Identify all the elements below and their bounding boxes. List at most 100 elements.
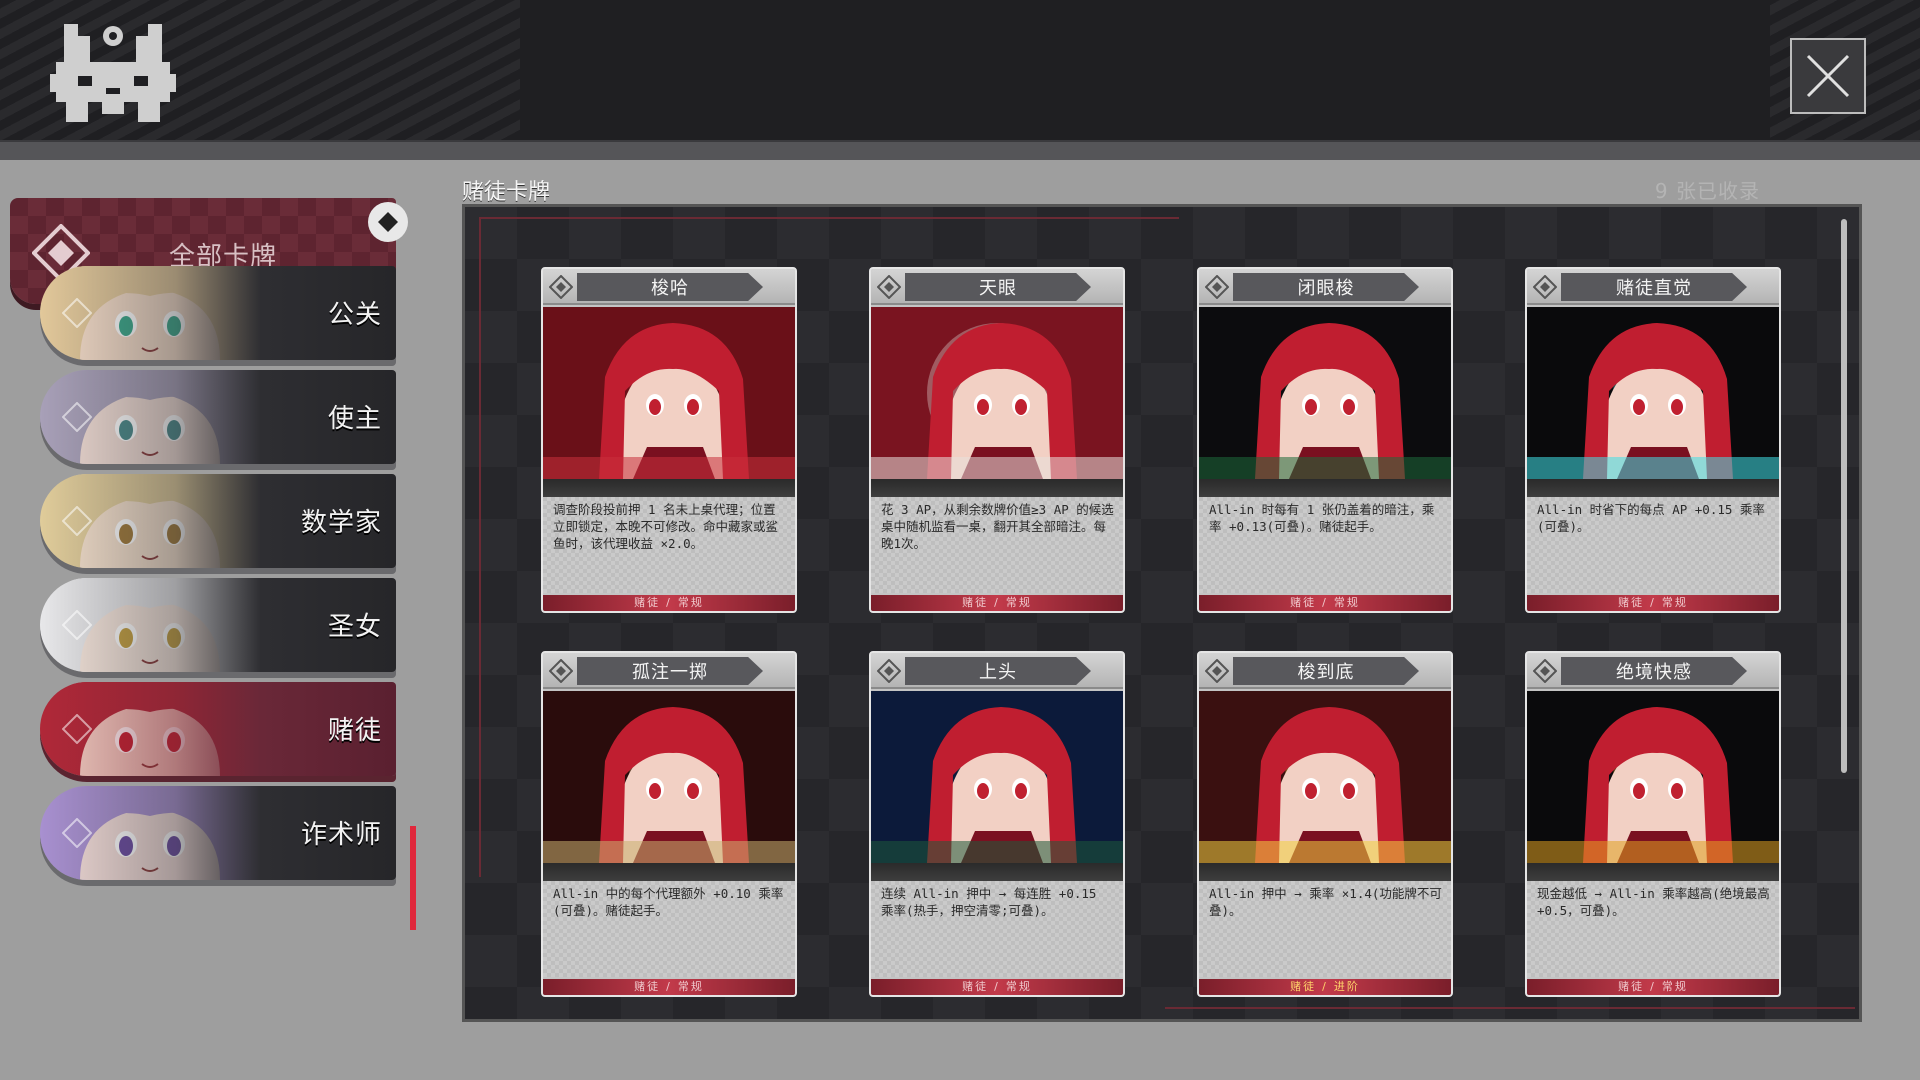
card[interactable]: 上头 连续 All-in 押中 → 每连胜 +0.15 乘率(热手，押空清零;可… [869, 651, 1125, 997]
card-footer: 赌徒 / 常规 [1199, 595, 1451, 611]
card-footer: 赌徒 / 常规 [871, 595, 1123, 611]
card[interactable]: 闭眼梭 All-in 时每有 1 张仍盖着的暗注，乘率 +0.13(可叠)。赌徒… [1197, 267, 1453, 613]
card-description: All-in 时每有 1 张仍盖着的暗注，乘率 +0.13(可叠)。赌徒起手。 [1209, 502, 1435, 534]
character-name: 赌徒 [327, 716, 382, 746]
scrollbar[interactable] [1841, 219, 1847, 773]
diamond-icon [62, 610, 92, 640]
card-class-tag: 赌徒 [1290, 596, 1317, 609]
card-title: 梭到底 [1233, 657, 1419, 685]
card-art-strip [871, 863, 1123, 881]
character-name: 圣女 [327, 612, 382, 642]
card-art-strip [1199, 479, 1451, 497]
card-title: 赌徒直觉 [1561, 273, 1747, 301]
card-class-tag: 赌徒 [634, 596, 661, 609]
top-bar [0, 0, 1920, 160]
diamond-icon [877, 275, 901, 299]
card-rarity-tag: 常规 [1661, 596, 1688, 609]
card-footer: 赌徒 / 常规 [543, 979, 795, 995]
diamond-icon [62, 402, 92, 432]
card-art-strip [1527, 863, 1779, 881]
card[interactable]: 孤注一掷 All-in 中的每个代理额外 +0.10 乘率(可叠)。赌徒起手。 … [541, 651, 797, 997]
frame-line [1165, 1007, 1855, 1009]
card-description: All-in 时省下的每点 AP +0.15 乘率(可叠)。 [1537, 502, 1765, 534]
diamond-icon [62, 506, 92, 536]
card-title: 梭哈 [577, 273, 763, 301]
close-button[interactable] [1790, 38, 1866, 114]
sidebar-item-character[interactable]: 圣女 [40, 578, 396, 672]
collected-count: 9 张已收录 [1654, 179, 1760, 203]
card-title-bar: 绝境快感 [1527, 653, 1779, 689]
character-name: 数学家 [300, 508, 382, 538]
card-footer: 赌徒 / 常规 [543, 595, 795, 611]
active-item-indicator [410, 826, 416, 930]
card-rarity-tag: 常规 [1005, 980, 1032, 993]
card[interactable]: 绝境快感 现金越低 → All-in 乘率越高(绝境最高 +0.5，可叠)。 赌… [1525, 651, 1781, 997]
character-name: 诈术师 [300, 820, 382, 850]
diamond-icon [62, 298, 92, 328]
diamond-icon [549, 659, 573, 683]
character-name: 使主 [327, 404, 382, 434]
card-title-bar: 闭眼梭 [1199, 269, 1451, 305]
card-art [871, 691, 1123, 863]
card-art-strip [543, 479, 795, 497]
card-art [1199, 307, 1451, 479]
diamond-icon [549, 275, 573, 299]
card-title: 孤注一掷 [577, 657, 763, 685]
card-title-bar: 赌徒直觉 [1527, 269, 1779, 305]
diamond-icon [62, 818, 92, 848]
panel-title: 赌徒卡牌 [462, 180, 551, 205]
card-art [871, 307, 1123, 479]
card-rarity-tag: 常规 [1661, 980, 1688, 993]
card-art [543, 691, 795, 863]
corner-diamond-icon [368, 202, 408, 242]
card-class-tag: 赌徒 [1290, 980, 1317, 993]
card-art-strip [1199, 863, 1451, 881]
card-class-tag: 赌徒 [1618, 596, 1645, 609]
character-name: 公关 [327, 300, 382, 330]
card-footer: 赌徒 / 常规 [1527, 979, 1779, 995]
sidebar-item-character[interactable]: 赌徒 [40, 682, 396, 776]
card-title-bar: 梭到底 [1199, 653, 1451, 689]
sidebar-item-character[interactable]: 数学家 [40, 474, 396, 568]
diamond-icon [62, 714, 92, 744]
card-art [1527, 691, 1779, 863]
card-title-bar: 上头 [871, 653, 1123, 689]
card-title: 绝境快感 [1561, 657, 1747, 685]
character-sidebar: 全部卡牌 公关 使主 数学家 圣女 赌徒 诈术师 [0, 160, 420, 1080]
card-rarity-tag: 常规 [1005, 596, 1032, 609]
card[interactable]: 梭到底 All-in 押中 → 乘率 ×1.4(功能牌不可叠)。 赌徒 / 进阶 [1197, 651, 1453, 997]
card-title-bar: 天眼 [871, 269, 1123, 305]
card-title: 天眼 [905, 273, 1091, 301]
sidebar-item-character[interactable]: 诈术师 [40, 786, 396, 880]
card-title-bar: 孤注一掷 [543, 653, 795, 689]
card-footer: 赌徒 / 常规 [1527, 595, 1779, 611]
card-rarity-tag: 常规 [677, 980, 704, 993]
diamond-icon [1533, 275, 1557, 299]
card-art [1199, 691, 1451, 863]
card-class-tag: 赌徒 [962, 596, 989, 609]
card-art [1527, 307, 1779, 479]
card-title: 上头 [905, 657, 1091, 685]
card-footer: 赌徒 / 常规 [871, 979, 1123, 995]
card-rarity-tag: 常规 [677, 596, 704, 609]
card[interactable]: 梭哈 调查阶段投前押 1 名未上桌代理；位置立即锁定，本晚不可修改。命中藏家或鲨… [541, 267, 797, 613]
rabbit-logo-icon [50, 24, 176, 122]
top-bar-divider [0, 140, 1920, 160]
sidebar-item-character[interactable]: 公关 [40, 266, 396, 360]
card-description: All-in 押中 → 乘率 ×1.4(功能牌不可叠)。 [1209, 886, 1442, 918]
card-title: 闭眼梭 [1233, 273, 1419, 301]
card[interactable]: 天眼 花 3 AP，从剩余数牌价值≥3 AP 的候选桌中随机监看一桌，翻开其全部… [869, 267, 1125, 613]
card-title-bar: 梭哈 [543, 269, 795, 305]
card-footer: 赌徒 / 进阶 [1199, 979, 1451, 995]
card-class-tag: 赌徒 [1618, 980, 1645, 993]
card-art-strip [1527, 479, 1779, 497]
sidebar-item-character[interactable]: 使主 [40, 370, 396, 464]
card-art-strip [871, 479, 1123, 497]
card-rarity-tag: 进阶 [1333, 980, 1360, 993]
card-description: 连续 All-in 押中 → 每连胜 +0.15 乘率(热手，押空清零;可叠)。 [881, 886, 1097, 918]
close-icon [1806, 54, 1850, 98]
card-description: 现金越低 → All-in 乘率越高(绝境最高 +0.5，可叠)。 [1537, 886, 1770, 918]
diamond-icon [1205, 275, 1229, 299]
card[interactable]: 赌徒直觉 All-in 时省下的每点 AP +0.15 乘率(可叠)。 赌徒 / 常… [1525, 267, 1781, 613]
card-class-tag: 赌徒 [962, 980, 989, 993]
